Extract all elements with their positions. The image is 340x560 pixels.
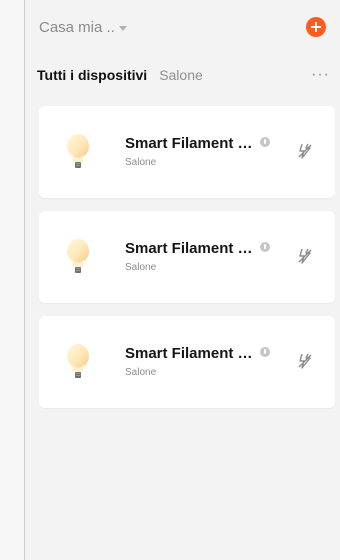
offline-icon [298,248,312,264]
device-list-screen: Casa mia .. Tutti i dispositivi Salone ·… [24,0,340,560]
tab-salone[interactable]: Salone [159,67,203,83]
chevron-down-icon [118,25,127,31]
more-options-icon[interactable]: ··· [311,66,330,84]
offline-icon [298,143,312,159]
device-card[interactable]: Smart Filament WI... Salone [39,106,335,198]
device-name: Smart Filament WI... [125,345,255,362]
offline-icon [298,353,312,369]
bulb-icon [67,134,89,168]
device-name: Smart Filament WI... [125,240,255,257]
device-room: Salone [125,367,157,378]
info-icon[interactable] [260,347,270,357]
bulb-icon [67,344,89,378]
info-icon[interactable] [260,242,270,252]
device-name: Smart Filament WI... [125,135,255,152]
add-device-button[interactable] [306,17,326,37]
home-selector[interactable]: Casa mia .. [39,19,127,36]
device-room: Salone [125,157,157,168]
tab-all-devices[interactable]: Tutti i dispositivi [37,67,147,83]
device-card[interactable]: Smart Filament WI... Salone [39,211,335,303]
bulb-icon [67,239,89,273]
topbar: Casa mia .. [39,14,326,40]
device-card[interactable]: Smart Filament WI... Salone [39,316,335,408]
room-tabs: Tutti i dispositivi Salone ··· [37,64,330,86]
home-name: Casa mia .. [39,18,115,36]
info-icon[interactable] [260,137,270,147]
device-room: Salone [125,262,157,273]
